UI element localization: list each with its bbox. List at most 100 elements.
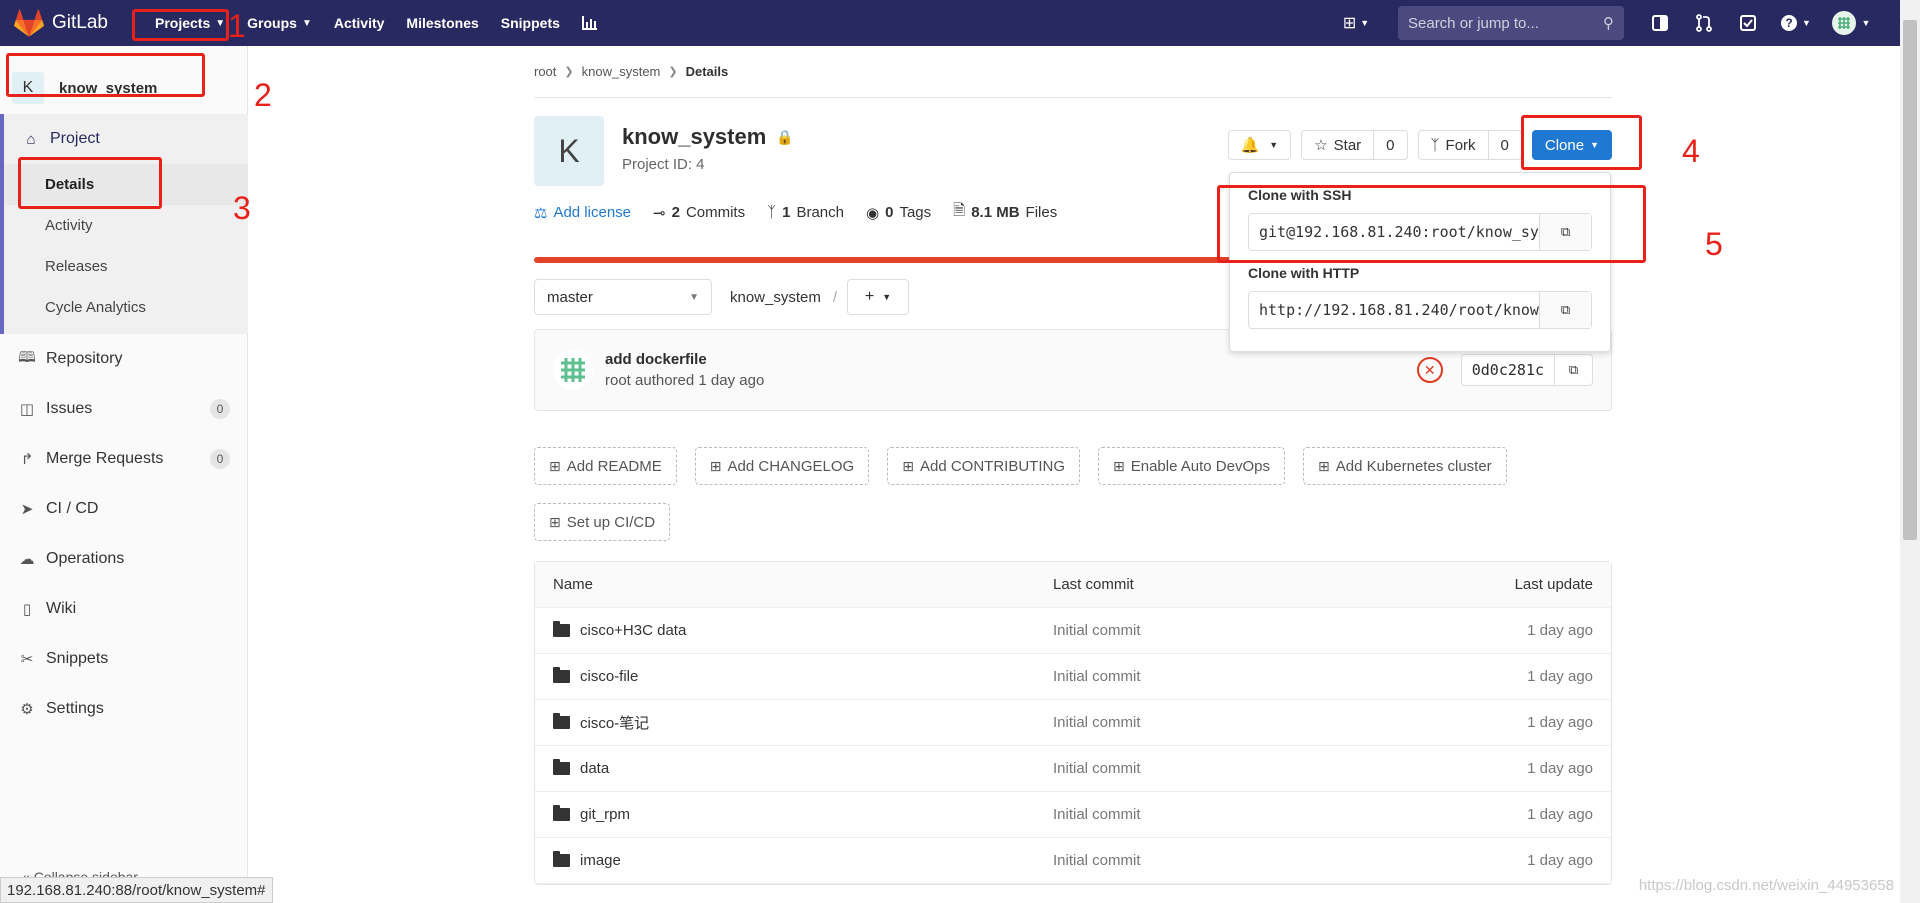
- book-icon: 🕮: [18, 348, 36, 366]
- annotation-box-2: [6, 53, 205, 97]
- file-last-commit[interactable]: Initial commit: [1053, 760, 1453, 777]
- setup-ci-cd-button[interactable]: ⊞ Set up CI/CD: [534, 503, 671, 541]
- nav-activity[interactable]: Activity: [323, 0, 396, 46]
- file-last-commit[interactable]: Initial commit: [1053, 852, 1453, 869]
- file-name[interactable]: image: [580, 852, 621, 869]
- breadcrumb-root[interactable]: root: [534, 64, 556, 79]
- table-row[interactable]: image Initial commit 1 day ago: [535, 838, 1611, 884]
- commits-link[interactable]: ⊸ 2 Commits: [653, 204, 745, 222]
- clone-http-url[interactable]: http://192.168.81.240/root/know_system.g…: [1249, 292, 1539, 328]
- sidebar-item-label: Operations: [46, 550, 125, 567]
- sidebar-item-settings[interactable]: ⚙ Settings: [0, 684, 248, 734]
- star-button[interactable]: ☆ Star 0: [1301, 130, 1408, 160]
- breadcrumb-current[interactable]: Details: [686, 64, 729, 79]
- rocket-icon: ➤: [20, 501, 34, 518]
- breadcrumb-project[interactable]: know_system: [582, 64, 661, 79]
- scrollbar-thumb[interactable]: [1903, 20, 1917, 540]
- repo-path[interactable]: know_system: [730, 289, 821, 306]
- add-readme-label: Add README: [566, 457, 662, 475]
- file-last-update: 1 day ago: [1527, 622, 1593, 639]
- table-row[interactable]: cisco-file Initial commit 1 day ago: [535, 654, 1611, 700]
- branch-select[interactable]: master ▼: [534, 279, 712, 315]
- help-button[interactable]: ? ▼: [1779, 0, 1813, 46]
- sidebar-item-activity[interactable]: Activity: [4, 205, 248, 246]
- files-label: Files: [1025, 204, 1058, 221]
- column-last-commit: Last commit: [1053, 576, 1134, 593]
- table-row[interactable]: cisco+H3C data Initial commit 1 day ago: [535, 608, 1611, 654]
- commit-title[interactable]: add dockerfile: [605, 351, 764, 368]
- annotation-number-4: 4: [1682, 133, 1700, 169]
- gitlab-logo[interactable]: GitLab: [14, 9, 124, 37]
- fork-count[interactable]: 0: [1487, 131, 1521, 159]
- add-contributing-button[interactable]: ⊞ Add CONTRIBUTING: [887, 447, 1080, 485]
- file-last-update: 1 day ago: [1527, 760, 1593, 777]
- table-row[interactable]: data Initial commit 1 day ago: [535, 746, 1611, 792]
- new-item-button[interactable]: ⊞ ▼: [1337, 0, 1375, 46]
- nav-milestones[interactable]: Milestones: [395, 0, 489, 46]
- bell-icon: 🔔: [1240, 137, 1260, 154]
- enable-auto-devops-label: Enable Auto DevOps: [1130, 457, 1270, 475]
- plus-square-icon: ⊞: [1113, 457, 1125, 474]
- merge-request-icon: ↱: [20, 451, 34, 468]
- scale-icon: ⚖: [534, 204, 548, 222]
- file-name[interactable]: data: [580, 760, 609, 777]
- chart-icon: [581, 16, 597, 30]
- file-name[interactable]: git_rpm: [580, 806, 630, 823]
- add-license-link[interactable]: ⚖ Add license: [534, 204, 631, 222]
- file-name[interactable]: cisco-笔记: [580, 712, 649, 733]
- add-kubernetes-button[interactable]: ⊞ Add Kubernetes cluster: [1303, 447, 1507, 485]
- sidebar-item-label: Settings: [46, 700, 104, 717]
- tags-link[interactable]: ◉ 0 Tags: [866, 204, 931, 222]
- folder-icon: [553, 621, 570, 637]
- sidebar-item-repository[interactable]: 🕮 Repository: [0, 334, 248, 384]
- sidebar-item-label: Wiki: [46, 600, 77, 617]
- add-file-button[interactable]: + ▼: [847, 279, 910, 315]
- sidebar-project-group: ⌂ Project Details Activity Releases Cycl…: [0, 114, 248, 334]
- folder-icon: [553, 759, 570, 775]
- copy-sha-button[interactable]: ⧉: [1554, 355, 1592, 385]
- todos-button[interactable]: [1735, 0, 1761, 46]
- sidebar-item-merge-requests[interactable]: ↱ Merge Requests 0: [0, 434, 248, 484]
- table-row[interactable]: cisco-笔记 Initial commit 1 day ago: [535, 700, 1611, 746]
- sidebar-item-ci-cd[interactable]: ➤ CI / CD: [0, 484, 248, 534]
- file-last-commit[interactable]: Initial commit: [1053, 714, 1453, 731]
- file-name[interactable]: cisco-file: [580, 668, 638, 685]
- fork-icon: ᛉ: [1430, 136, 1440, 154]
- cloud-gear-icon: ☁: [19, 551, 35, 568]
- nav-snippets[interactable]: Snippets: [490, 0, 571, 46]
- add-license-label: Add license: [553, 204, 632, 221]
- file-last-commit[interactable]: Initial commit: [1053, 622, 1453, 639]
- search-input[interactable]: Search or jump to... ⚲: [1398, 6, 1624, 40]
- enable-auto-devops-button[interactable]: ⊞ Enable Auto DevOps: [1098, 447, 1285, 485]
- nav-groups[interactable]: Groups ▼: [236, 0, 323, 46]
- chevron-down-icon: ▼: [1861, 18, 1871, 28]
- file-name[interactable]: cisco+H3C data: [580, 622, 686, 639]
- table-row[interactable]: git_rpm Initial commit 1 day ago: [535, 792, 1611, 838]
- merge-requests-button[interactable]: [1691, 0, 1717, 46]
- pipeline-failed-icon[interactable]: ✕: [1416, 357, 1443, 383]
- nav-chart[interactable]: [571, 0, 609, 46]
- sidebar-item-wiki[interactable]: ▯ Wiki: [0, 584, 248, 634]
- sidebar-toggle-button[interactable]: [1647, 0, 1673, 46]
- add-changelog-button[interactable]: ⊞ Add CHANGELOG: [694, 447, 870, 485]
- file-last-commit[interactable]: Initial commit: [1053, 806, 1453, 823]
- notification-button[interactable]: 🔔 ▼: [1227, 130, 1292, 160]
- sidebar-item-cycle-analytics[interactable]: Cycle Analytics: [4, 287, 248, 328]
- file-last-commit[interactable]: Initial commit: [1053, 668, 1453, 685]
- page-scrollbar[interactable]: [1900, 0, 1920, 903]
- breadcrumb: root ❯ know_system ❯ Details: [534, 46, 1612, 98]
- star-count[interactable]: 0: [1373, 131, 1406, 159]
- sidebar-item-operations[interactable]: ☁ Operations: [0, 534, 248, 584]
- project-id: Project ID: 4: [622, 156, 705, 173]
- add-readme-button[interactable]: ⊞ Add README: [534, 447, 677, 485]
- commit-sha-value[interactable]: 0d0c281c: [1462, 355, 1554, 385]
- fork-button[interactable]: ᛉ Fork 0: [1417, 130, 1522, 160]
- copy-http-button[interactable]: ⧉: [1539, 292, 1591, 328]
- branches-link[interactable]: ᛉ 1 Branch: [767, 204, 844, 221]
- sidebar-item-releases[interactable]: Releases: [4, 246, 248, 287]
- files-link[interactable]: 🗎 8.1 MB Files: [953, 200, 1057, 225]
- plus-square-icon: ⊞: [902, 457, 914, 474]
- sidebar-item-snippets[interactable]: ✂ Snippets: [0, 634, 248, 684]
- sidebar-item-issues[interactable]: ◫ Issues 0: [0, 384, 248, 434]
- user-menu-button[interactable]: ▼: [1831, 0, 1871, 46]
